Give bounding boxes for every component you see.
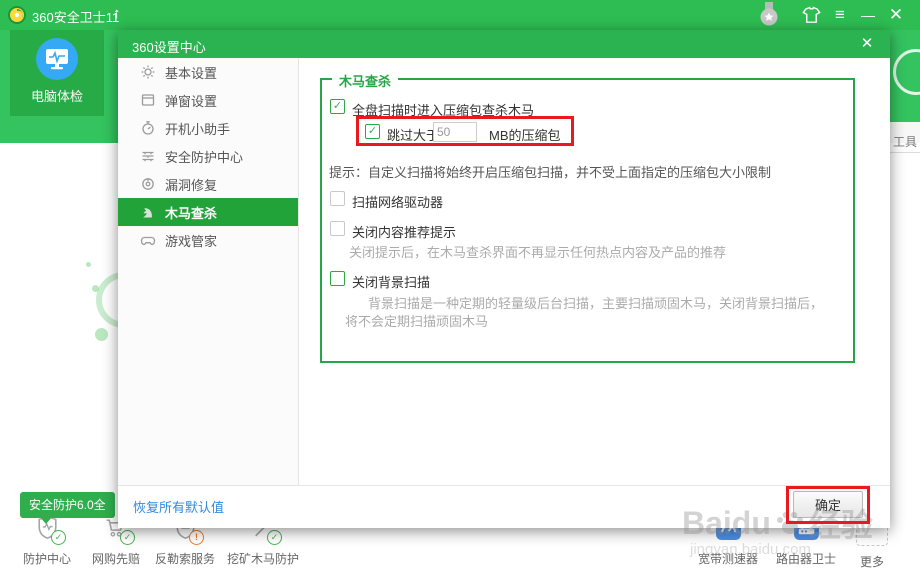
dialog-title: 360设置中心 [132, 37, 206, 56]
tab-computer-checkup-label: 电脑体检 [10, 86, 104, 105]
minimize-icon[interactable]: — [857, 4, 879, 26]
close-icon[interactable]: ✕ [885, 4, 907, 26]
background-scan-hint-line1: 背景扫描是一种定期的轻量级后台扫描，主要扫描顽固木马，关闭背景扫描后， [368, 293, 823, 312]
screen: 360安全卫士11 ↑ ≡ — ✕ 电脑体检 工具 [0, 0, 920, 580]
content-recommendation-checkbox[interactable] [330, 221, 345, 236]
sidebar-item-label: 游戏管家 [165, 231, 217, 250]
target-icon [140, 176, 156, 192]
app-logo-icon [7, 5, 27, 25]
background-scan-hint-line2: 将不会定期扫描顽固木马 [345, 311, 488, 330]
toolbar-item-label: 反勒索服务 [140, 550, 230, 567]
theme-shirt-icon[interactable] [802, 6, 821, 25]
sidebar-item-label: 基本设置 [165, 63, 217, 82]
sidebar-item-game-manager[interactable]: 游戏管家 [118, 226, 298, 254]
sidebar-item-popup-settings[interactable]: 弹窗设置 [118, 86, 298, 114]
sidebar-item-trojan-scan[interactable]: 木马查杀 [118, 198, 298, 226]
content-recommendation-hint: 关闭提示后，在木马查杀界面不再显示任何热点内容及产品的推荐 [349, 242, 726, 261]
status-ok-badge: ✓ [51, 530, 66, 545]
sidebar-item-label: 木马查杀 [165, 203, 217, 222]
restore-defaults-link[interactable]: 恢复所有默认值 [133, 497, 224, 516]
content-recommendation-label: 关闭内容推荐提示 [352, 222, 456, 241]
annotation-box-skip-size [356, 116, 574, 146]
toolbar-item-label: 挖矿木马防护 [218, 550, 308, 567]
status-ok-badge: ✓ [267, 530, 282, 545]
tools-section-label: 工具 [893, 133, 917, 150]
tooltip-pointer [40, 517, 52, 524]
tools-divider [886, 152, 920, 153]
timer-icon [140, 120, 156, 136]
decorative-dot [86, 262, 91, 267]
app-titlebar [0, 0, 920, 30]
sidebar-item-boot-assistant[interactable]: 开机小助手 [118, 114, 298, 142]
tab-computer-checkup[interactable]: 电脑体检 [10, 30, 104, 116]
upgrade-arrow-icon[interactable]: ↑ [113, 5, 121, 22]
trojan-horse-icon [140, 204, 156, 220]
checkup-monitor-icon [35, 37, 79, 81]
gear-icon [140, 64, 156, 80]
medal-icon[interactable] [757, 2, 781, 28]
toolbar-item-label: 宽带测速器 [683, 550, 773, 567]
background-scan-checkbox[interactable] [330, 271, 345, 286]
sidebar-item-security-center[interactable]: 安全防护中心 [118, 142, 298, 170]
sidebar-item-label: 弹窗设置 [165, 91, 217, 110]
network-drive-checkbox[interactable] [330, 191, 345, 206]
decorative-dot [95, 328, 108, 341]
sidebar-item-vulnerability-repair[interactable]: 漏洞修复 [118, 170, 298, 198]
panel-lines-icon [140, 148, 156, 164]
sidebar-item-basic-settings[interactable]: 基本设置 [118, 58, 298, 86]
status-warning-badge: ! [189, 530, 204, 545]
network-drive-label: 扫描网络驱动器 [352, 192, 443, 211]
window-icon [140, 92, 156, 108]
settings-dialog: 360设置中心 ✕ 基本设置 弹窗设置 [118, 30, 890, 528]
archive-scan-checkbox[interactable]: ✓ [330, 99, 345, 114]
sidebar-item-label: 开机小助手 [165, 119, 230, 138]
sidebar-item-label: 漏洞修复 [165, 175, 217, 194]
security-version-tooltip: 安全防护6.0全 [20, 492, 115, 518]
section-legend: 木马查杀 [332, 71, 398, 90]
footer-divider [118, 485, 890, 486]
sidebar-item-label: 安全防护中心 [165, 147, 243, 166]
tip-text: 提示：自定义扫描将始终开启压缩包扫描，并不受上面指定的压缩包大小限制 [329, 162, 771, 181]
menu-icon[interactable]: ≡ [829, 4, 851, 26]
dialog-header [118, 30, 890, 58]
background-scan-label: 关闭背景扫描 [352, 272, 430, 291]
status-ok-badge: ✓ [120, 530, 135, 545]
annotation-box-ok-button [786, 486, 870, 524]
dialog-close-icon[interactable]: ✕ [856, 34, 878, 54]
toolbar-item-label: 更多 [827, 553, 917, 570]
app-title: 360安全卫士11 [32, 7, 119, 26]
settings-sidebar: 基本设置 弹窗设置 开机小助手 [118, 58, 299, 485]
gamepad-icon [140, 232, 156, 248]
